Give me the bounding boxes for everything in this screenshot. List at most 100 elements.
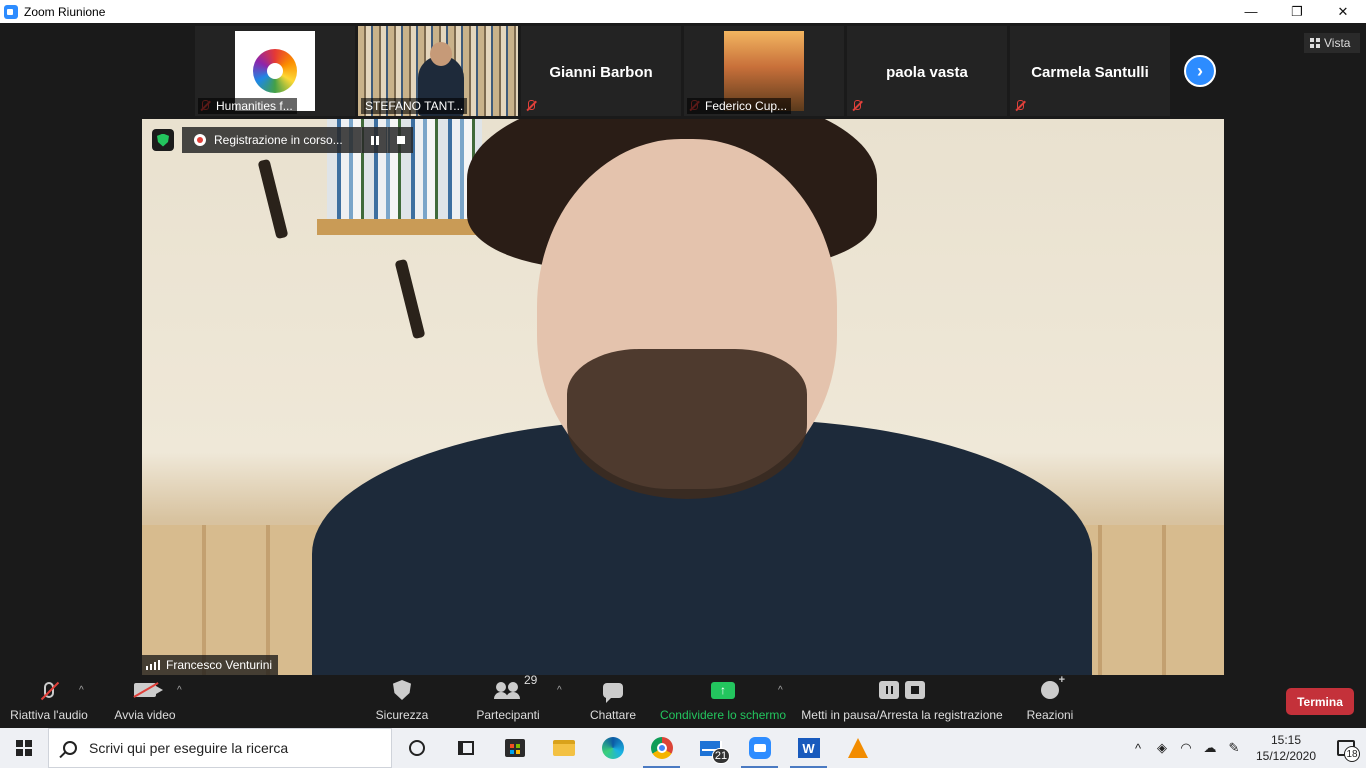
zoom-app[interactable] (735, 728, 784, 768)
view-button[interactable]: Vista (1304, 33, 1360, 53)
mail-badge: 21 (712, 748, 730, 764)
active-speaker-video: Registrazione in corso... Francesco Vent… (142, 119, 1224, 675)
participant-tile[interactable]: STEFANO TANT... (358, 26, 518, 116)
next-page-button[interactable]: › (1184, 55, 1216, 87)
search-placeholder: Scrivi qui per eseguire la ricerca (89, 740, 289, 756)
encryption-shield-icon[interactable] (152, 129, 174, 151)
participants-label: Partecipanti (476, 708, 540, 722)
participants-options-caret[interactable]: ^ (557, 685, 562, 696)
chat-label: Chattare (589, 708, 637, 722)
stop-recording-button[interactable] (387, 127, 413, 153)
record-icon (194, 134, 206, 146)
share-screen-label: Condividere lo schermo (659, 708, 787, 722)
start-video-label: Avvia video (114, 708, 176, 722)
store-icon (504, 739, 525, 757)
mic-muted-icon (1014, 100, 1026, 112)
speaker-beard (567, 349, 807, 499)
dropbox-icon[interactable]: ◈ (1150, 728, 1174, 768)
pause-recording-button[interactable] (361, 127, 387, 153)
zoom-icon (748, 737, 771, 759)
end-meeting-button[interactable]: Termina (1286, 688, 1354, 715)
participants-button[interactable]: 29 Partecipanti (472, 673, 544, 728)
security-label: Sicurezza (375, 708, 429, 722)
chat-icon (603, 682, 623, 703)
share-screen-button[interactable]: ↑ Condividere lo schermo (658, 675, 788, 728)
start-button[interactable] (0, 728, 48, 768)
start-video-button[interactable]: Avvia video (108, 675, 182, 728)
participant-name: Carmela Santulli (1031, 64, 1149, 81)
shield-icon (393, 680, 411, 700)
mail-app[interactable]: 21 (686, 728, 735, 768)
pause-icon (370, 135, 379, 145)
notification-count: 18 (1344, 746, 1360, 762)
notifications-button[interactable]: 18 (1326, 728, 1366, 768)
taskbar-clock[interactable]: 15:15 15/12/2020 (1246, 732, 1326, 764)
stop-icon (396, 136, 405, 144)
participant-tile[interactable]: Gianni Barbon (521, 26, 681, 116)
chrome-icon (650, 737, 673, 759)
pen-icon[interactable]: ✎ (1222, 728, 1246, 768)
pause-icon (879, 681, 899, 699)
shelf-bracket (394, 258, 426, 340)
chrome-app[interactable] (637, 728, 686, 768)
participant-tile[interactable]: Humanities f... (195, 26, 355, 116)
task-view-button[interactable] (441, 728, 490, 768)
restore-button[interactable]: ❐ (1274, 0, 1320, 23)
edge-icon (601, 737, 624, 759)
store-app[interactable] (490, 728, 539, 768)
mic-muted-icon (525, 100, 537, 112)
cortana-icon (408, 740, 425, 756)
vlc-app[interactable] (833, 728, 882, 768)
participant-name: paola vasta (886, 64, 968, 81)
participant-strip: Humanities f... STEFANO TANT... Gianni B… (195, 26, 1170, 116)
window-title: Zoom Riunione (24, 4, 106, 19)
speaker-label: Francesco Venturini (142, 655, 279, 675)
meeting-toolbar: Riattiva l'audio ^ Avvia video ^ Sicurez… (0, 673, 1366, 728)
file-explorer-app[interactable] (539, 728, 588, 768)
stop-icon (905, 681, 925, 699)
wifi-icon[interactable]: ◠ (1174, 728, 1198, 768)
participant-name: Humanities f... (198, 98, 297, 114)
chat-button[interactable]: Chattare (586, 675, 640, 728)
participant-name: Federico Cup... (687, 98, 792, 114)
pause-stop-recording-button[interactable]: Metti in pausa/Arresta la registrazione (800, 675, 1004, 728)
unmute-label: Riattiva l'audio (10, 708, 88, 722)
unmute-button[interactable]: Riattiva l'audio (6, 675, 92, 728)
window-titlebar: Zoom Riunione — ❐ ✕ (0, 0, 1366, 23)
reaction-icon (1041, 674, 1065, 699)
speaker-name: Francesco Venturini (166, 658, 273, 672)
security-button[interactable]: Sicurezza (370, 675, 434, 728)
reactions-button[interactable]: Reazioni (1022, 674, 1078, 728)
mic-muted-icon (44, 682, 54, 698)
close-button[interactable]: ✕ (1320, 0, 1366, 23)
share-options-caret[interactable]: ^ (778, 685, 783, 696)
task-view-icon (457, 741, 474, 755)
tray-overflow-chevron[interactable]: ^ (1126, 728, 1150, 768)
recording-controls-label: Metti in pausa/Arresta la registrazione (801, 708, 1003, 722)
grid-icon (1310, 38, 1320, 48)
word-app[interactable]: W (784, 728, 833, 768)
share-screen-icon: ↑ (711, 681, 735, 699)
windows-taskbar: Scrivi qui per eseguire la ricerca 21 W … (0, 728, 1366, 768)
zoom-app-icon (4, 4, 18, 19)
view-label: Vista (1324, 36, 1351, 50)
windows-logo-icon (16, 740, 32, 756)
participant-tile[interactable]: paola vasta (847, 26, 1007, 116)
participants-count: 29 (524, 673, 538, 687)
audio-options-caret[interactable]: ^ (79, 685, 84, 696)
video-options-caret[interactable]: ^ (177, 685, 182, 696)
participant-tile[interactable]: Carmela Santulli (1010, 26, 1170, 116)
edge-app[interactable] (588, 728, 637, 768)
recording-status: Registrazione in corso... (214, 133, 343, 147)
participants-icon (494, 682, 520, 699)
onedrive-icon[interactable]: ☁ (1198, 728, 1222, 768)
search-icon (63, 741, 77, 755)
minimize-button[interactable]: — (1228, 0, 1274, 23)
cortana-button[interactable] (392, 728, 441, 768)
participant-tile[interactable]: Federico Cup... (684, 26, 844, 116)
system-tray: ^ ◈ ◠ ☁ ✎ 15:15 15/12/2020 18 (1126, 728, 1366, 768)
mic-muted-icon (851, 100, 863, 112)
meeting-stage: Humanities f... STEFANO TANT... Gianni B… (0, 23, 1366, 675)
recording-bar: Registrazione in corso... (182, 127, 413, 153)
taskbar-search[interactable]: Scrivi qui per eseguire la ricerca (48, 728, 392, 768)
